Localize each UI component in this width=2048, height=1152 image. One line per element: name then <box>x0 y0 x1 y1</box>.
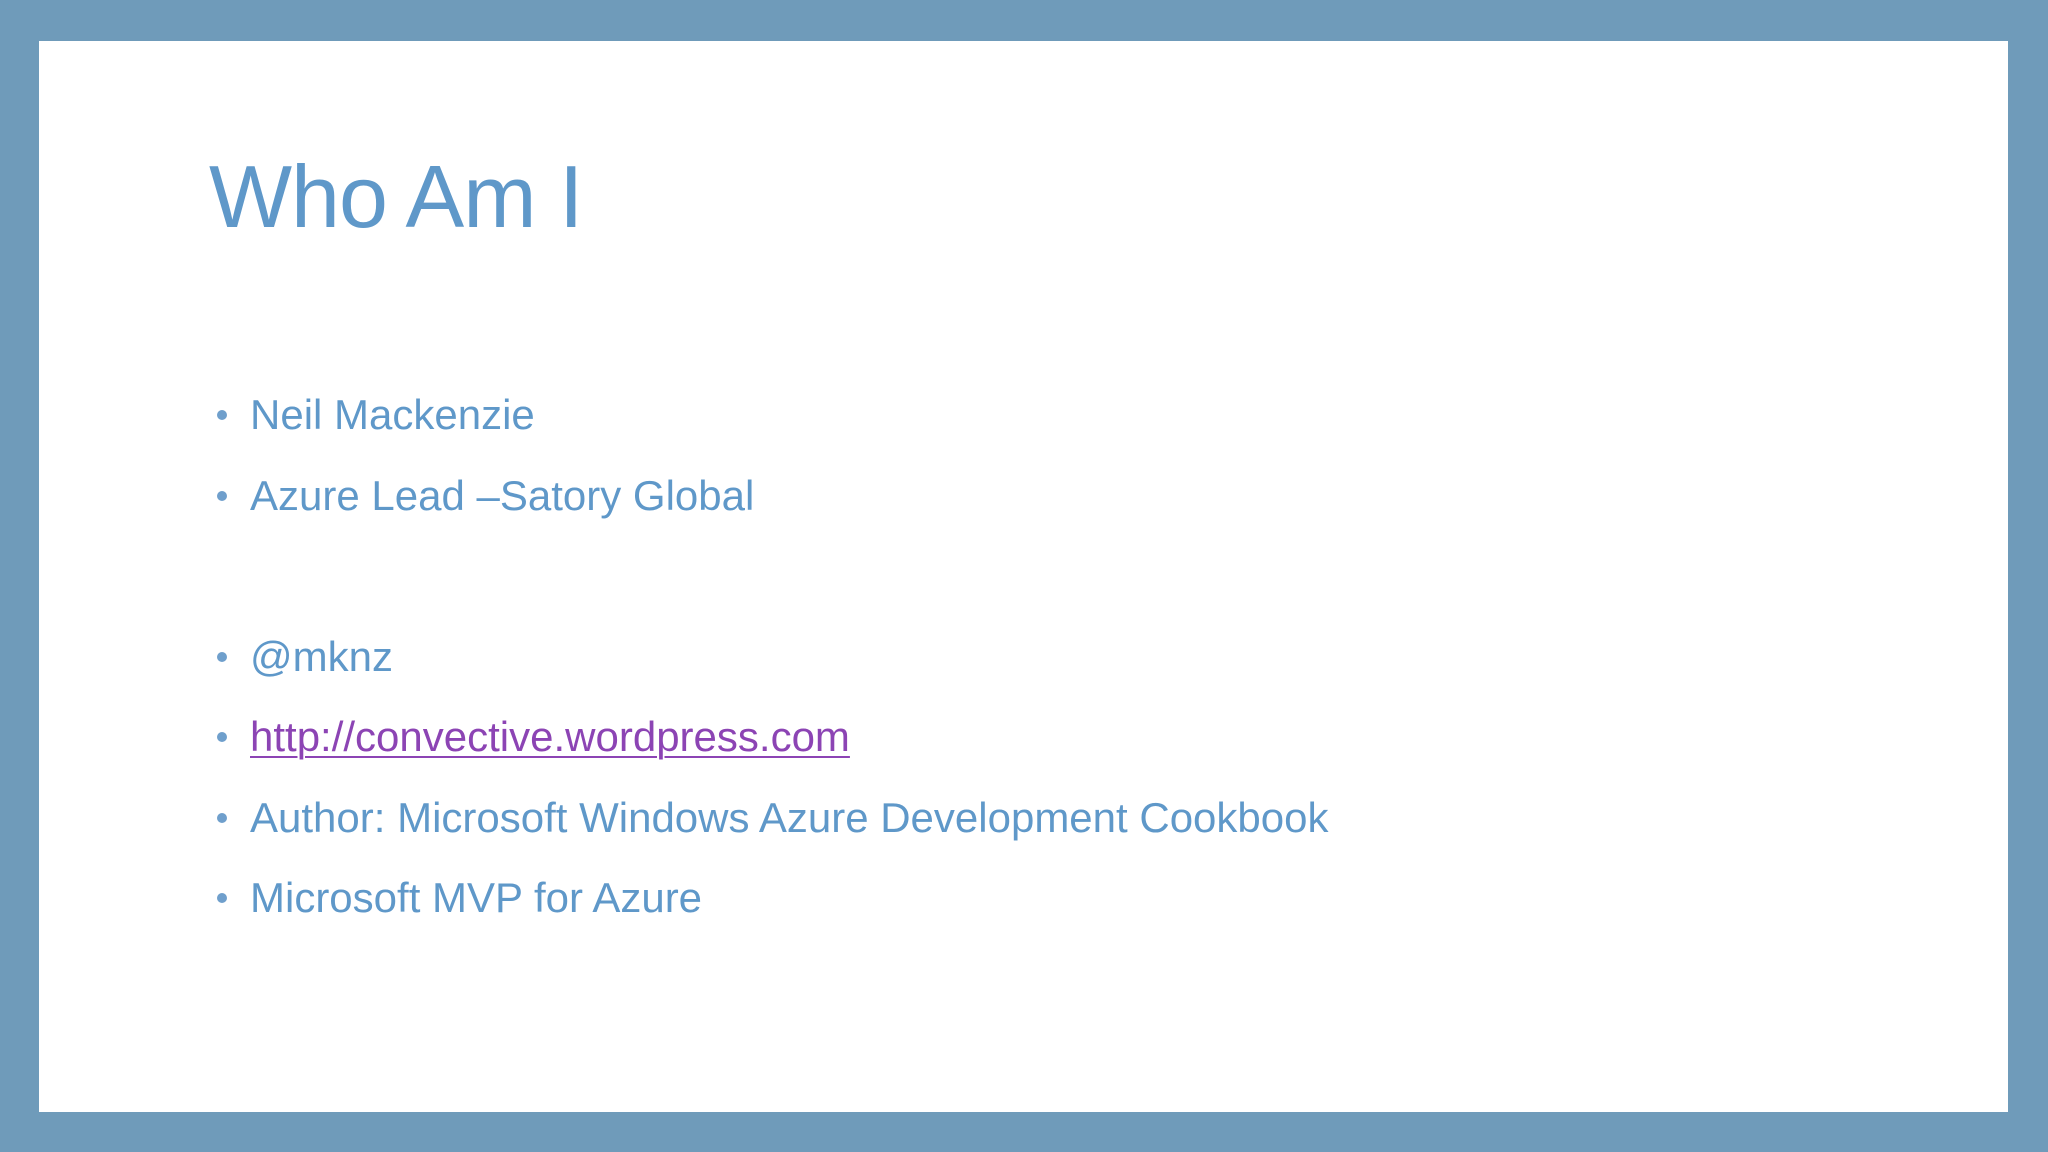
bullet-text: Azure Lead –Satory Global <box>250 471 755 519</box>
blog-link[interactable]: http://convective.wordpress.com <box>250 713 850 761</box>
slide: Who Am I Neil Mackenzie Azure Lead –Sato… <box>39 41 2008 1112</box>
bullet-item-author: Author: Microsoft Windows Azure Developm… <box>217 778 1817 859</box>
bullet-item-handle: @mknz <box>217 617 1817 698</box>
bullet-dot-icon <box>217 893 227 904</box>
bullet-item-name: Neil Mackenzie <box>217 375 1817 456</box>
bullet-text: @mknz <box>250 632 393 680</box>
slide-title: Who Am I <box>209 147 583 246</box>
bullet-list: Neil Mackenzie Azure Lead –Satory Global… <box>217 375 1817 939</box>
bullet-text: Author: Microsoft Windows Azure Developm… <box>250 793 1329 841</box>
bullet-item-role: Azure Lead –Satory Global <box>217 456 1817 537</box>
bullet-item-blog: http://convective.wordpress.com <box>217 697 1817 778</box>
bullet-dot-icon <box>217 651 227 662</box>
bullet-dot-icon <box>217 490 227 501</box>
bullet-text: Microsoft MVP for Azure <box>250 874 703 922</box>
bullet-text: Neil Mackenzie <box>250 391 535 439</box>
bullet-dot-icon <box>217 812 227 823</box>
empty-bullet-line <box>217 536 1817 617</box>
bullet-dot-icon <box>217 410 227 421</box>
bullet-item-mvp: Microsoft MVP for Azure <box>217 858 1817 939</box>
bullet-dot-icon <box>217 732 227 743</box>
